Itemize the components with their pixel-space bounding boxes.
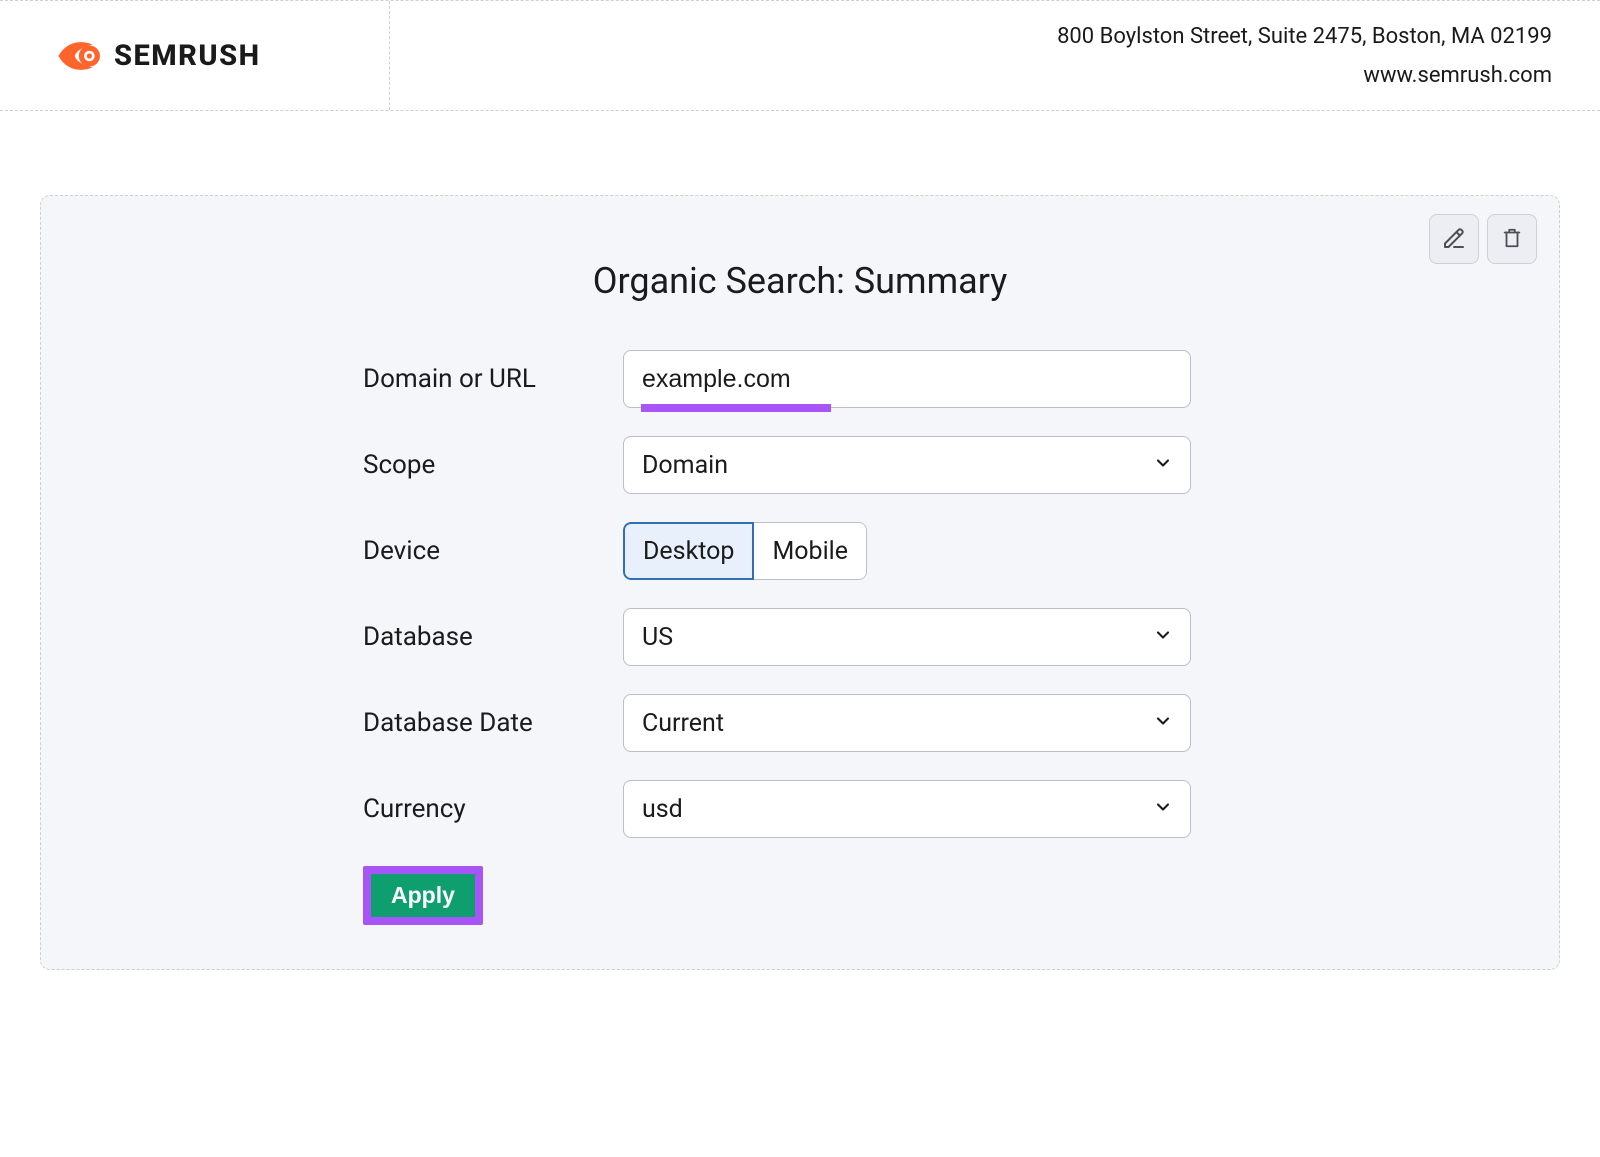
highlight-underline bbox=[641, 404, 831, 412]
pencil-icon bbox=[1442, 226, 1466, 253]
currency-label: Currency bbox=[363, 794, 599, 824]
brand-name: SEMRUSH bbox=[114, 39, 261, 73]
panel-actions bbox=[1429, 214, 1537, 264]
database-label: Database bbox=[363, 622, 599, 652]
delete-button[interactable] bbox=[1487, 214, 1537, 264]
scope-select[interactable]: Domain bbox=[623, 436, 1191, 494]
device-segment: Desktop Mobile bbox=[623, 522, 867, 580]
trash-icon bbox=[1501, 226, 1523, 253]
page-header: SEMRUSH 800 Boylston Street, Suite 2475,… bbox=[0, 1, 1600, 111]
widget-panel: Organic Search: Summary Domain or URL Sc… bbox=[40, 195, 1560, 970]
brand-logo: SEMRUSH bbox=[52, 35, 261, 77]
apply-highlight: Apply bbox=[363, 866, 483, 925]
device-option-mobile[interactable]: Mobile bbox=[754, 522, 867, 580]
device-label: Device bbox=[363, 536, 599, 566]
domain-label: Domain or URL bbox=[363, 364, 599, 394]
widget-form: Domain or URL Scope Domain Device bbox=[85, 350, 1515, 925]
database-date-select[interactable]: Current bbox=[623, 694, 1191, 752]
apply-button[interactable]: Apply bbox=[371, 874, 475, 917]
database-select[interactable]: US bbox=[623, 608, 1191, 666]
panel-title: Organic Search: Summary bbox=[85, 260, 1515, 302]
device-option-desktop[interactable]: Desktop bbox=[623, 522, 754, 580]
header-right: 800 Boylston Street, Suite 2475, Boston,… bbox=[390, 1, 1600, 110]
semrush-logo-icon bbox=[52, 35, 104, 77]
company-site: www.semrush.com bbox=[1363, 63, 1552, 88]
database-date-label: Database Date bbox=[363, 708, 599, 738]
edit-button[interactable] bbox=[1429, 214, 1479, 264]
scope-label: Scope bbox=[363, 450, 599, 480]
currency-select[interactable]: usd bbox=[623, 780, 1191, 838]
company-address: 800 Boylston Street, Suite 2475, Boston,… bbox=[1057, 24, 1552, 49]
header-left: SEMRUSH bbox=[0, 1, 390, 110]
domain-input[interactable] bbox=[623, 350, 1191, 408]
